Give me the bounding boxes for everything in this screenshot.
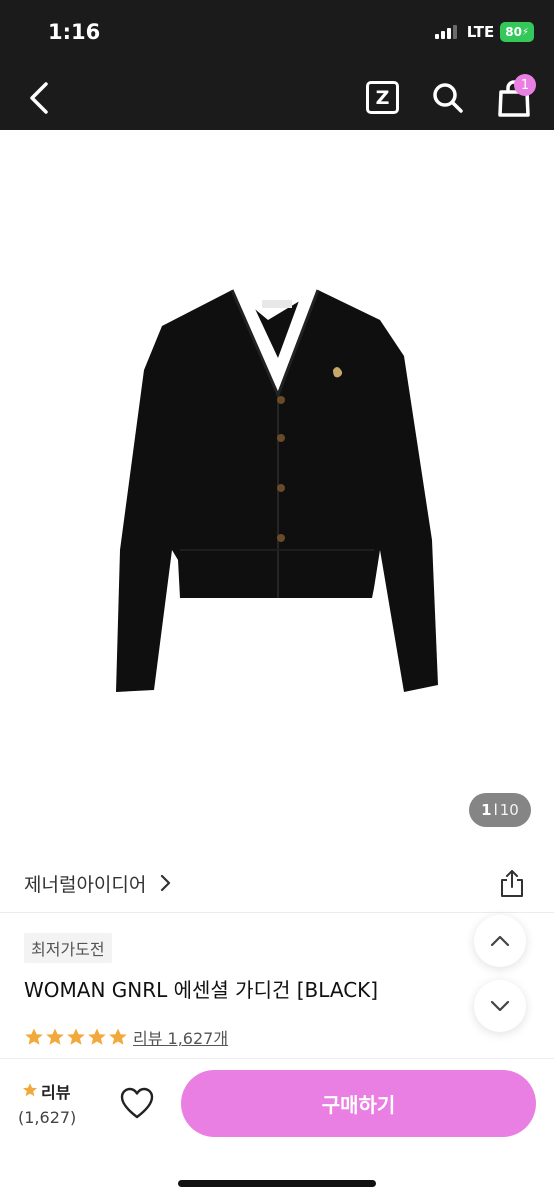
rating-row[interactable]: 리뷰 1,627개 xyxy=(24,1025,228,1049)
network-label: LTE xyxy=(466,23,495,41)
divider xyxy=(0,912,554,913)
review-count-link[interactable]: 리뷰 1,627개 xyxy=(133,1025,228,1049)
chevron-up-icon xyxy=(490,935,510,947)
star-icon xyxy=(88,1028,106,1045)
scroll-up-button[interactable] xyxy=(474,915,526,967)
buy-button[interactable]: 구매하기 xyxy=(181,1070,536,1137)
product-title: WOMAN GNRL 에센셜 가디건 [BLACK] xyxy=(24,978,379,1002)
brand-name[interactable]: 제너럴아이디어 xyxy=(24,870,146,897)
home-indicator xyxy=(178,1180,376,1187)
cart-count-badge: 1 xyxy=(514,74,536,96)
star-icon xyxy=(109,1028,127,1045)
back-icon[interactable] xyxy=(22,76,62,120)
heart-icon[interactable] xyxy=(119,1086,155,1120)
chevron-down-icon xyxy=(490,1000,510,1012)
battery-level: 80 xyxy=(505,25,522,39)
image-page-current: 1 xyxy=(481,801,492,819)
z-icon[interactable]: Z xyxy=(366,81,399,114)
image-page-separator: l xyxy=(493,801,498,819)
star-icon xyxy=(22,1083,38,1097)
status-time: 1:16 xyxy=(48,20,101,44)
top-bar: 1:16 LTE 80 ⚡ xyxy=(0,0,554,130)
signal-icon xyxy=(434,25,457,39)
review-count[interactable]: (1,627) xyxy=(18,1108,76,1127)
z-label: Z xyxy=(375,86,390,109)
lowest-price-tag: 최저가도전 xyxy=(24,933,112,963)
scroll-down-button[interactable] xyxy=(474,980,526,1032)
star-icon xyxy=(46,1028,64,1045)
star-icon xyxy=(25,1028,43,1045)
image-page-indicator: 1 l 10 xyxy=(469,793,531,827)
cardigan-image xyxy=(116,289,438,692)
search-icon[interactable] xyxy=(430,80,466,116)
star-icon xyxy=(67,1028,85,1045)
brand-row[interactable]: 제너럴아이디어 xyxy=(0,858,554,912)
share-icon[interactable] xyxy=(498,868,526,898)
product-image[interactable] xyxy=(0,130,554,850)
battery-icon: 80 ⚡ xyxy=(500,22,534,42)
review-label[interactable]: 리뷰 xyxy=(41,1079,70,1103)
image-page-total: 10 xyxy=(499,801,519,819)
chevron-right-icon xyxy=(160,874,171,892)
status-indicators: LTE 80 ⚡ xyxy=(434,22,534,42)
